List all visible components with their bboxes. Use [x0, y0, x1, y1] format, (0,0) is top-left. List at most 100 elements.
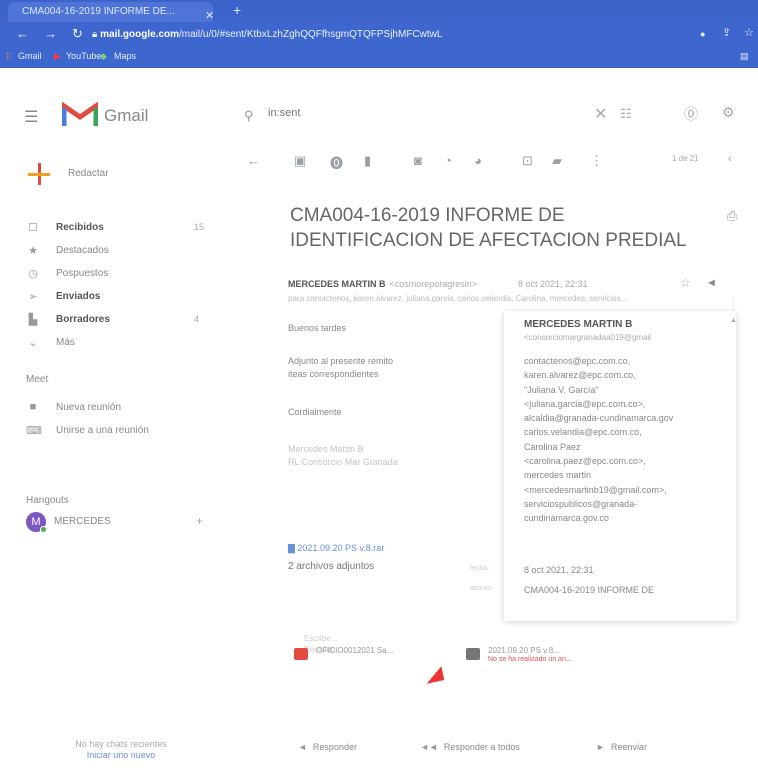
- record-icon[interactable]: ●: [700, 29, 705, 39]
- clear-search-icon[interactable]: ✕: [594, 104, 607, 124]
- move-to-icon[interactable]: ⊡: [522, 153, 533, 169]
- sidebar-item-new-meeting[interactable]: ■ Nueva reunión: [26, 401, 216, 419]
- sidebar-item-more[interactable]: ⌄ Más: [26, 336, 216, 354]
- sender-name: MERCEDES MARTIN B: [288, 279, 386, 289]
- recipient-line: karen.alvarez@epc.com.co,: [524, 370, 636, 381]
- popup-date-label: fecha:: [470, 565, 490, 572]
- no-recent-chats: No hay chats recientes Iniciar uno nuevo: [46, 739, 196, 761]
- reply-icon[interactable]: ◄: [706, 277, 717, 289]
- drive-link-label: 2021.09.20 PS v.8.rar: [297, 543, 385, 553]
- recipient-line: mercedes martin: [524, 470, 592, 481]
- sidebar-item-label: Destacados: [56, 245, 109, 256]
- url-host: mail.google.com: [100, 29, 180, 40]
- add-chat-icon[interactable]: +: [196, 514, 203, 528]
- snooze-icon[interactable]: ◔: [444, 153, 452, 168]
- sidebar-item-join-meeting[interactable]: ⌨ Unirse a una reunión: [26, 424, 216, 442]
- attachment-warning: No se ha realizado un an...: [488, 656, 572, 663]
- annotation-arrow-icon: [423, 666, 445, 684]
- main-menu-icon[interactable]: ☰: [24, 107, 38, 127]
- newer-icon[interactable]: ‹: [728, 153, 732, 165]
- sidebar-item-count: 4: [194, 314, 200, 324]
- recipient-line: cundinamarca.gov.co: [524, 513, 609, 524]
- back-icon[interactable]: ←: [16, 26, 29, 41]
- scroll-up-icon[interactable]: ▲: [730, 317, 737, 324]
- hangouts-section-title: Hangouts: [26, 495, 69, 506]
- attachment-card-1[interactable]: OFICIO0012021 Sa...: [294, 638, 424, 686]
- sidebar-item-starred[interactable]: ★ Destacados: [26, 244, 216, 262]
- label-icon[interactable]: ▰: [552, 153, 562, 169]
- popup-recipients: contactenos@epc.com.co, karen.alvarez@ep…: [524, 354, 734, 526]
- reply-button[interactable]: ◄ Responder: [298, 742, 357, 752]
- search-options-icon[interactable]: ☷: [620, 106, 632, 122]
- pdf-file-icon: [294, 648, 308, 660]
- hangouts-user-name[interactable]: MERCEDES: [54, 516, 111, 527]
- inbox-icon: ☐: [28, 222, 38, 234]
- bookmark-gmail[interactable]: Gmail: [18, 51, 42, 61]
- star-message-icon[interactable]: ☆: [680, 276, 691, 290]
- drive-attachment-link[interactable]: ▇ 2021.09.20 PS v.8.rar: [288, 543, 384, 554]
- delete-icon[interactable]: ▮: [364, 153, 371, 169]
- tab-close-icon[interactable]: ✕: [205, 6, 213, 22]
- print-icon[interactable]: ⎙: [727, 208, 737, 224]
- more-options-icon[interactable]: ⋮: [590, 153, 603, 169]
- plus-icon: [28, 163, 50, 185]
- report-spam-icon[interactable]: ⓿: [330, 153, 343, 172]
- sender-row[interactable]: MERCEDES MARTIN B <cosmoreporagresin>: [288, 279, 477, 289]
- reply-all-icon: ◄◄: [420, 742, 438, 752]
- archive-icon[interactable]: ▣: [294, 153, 306, 169]
- reply-all-button[interactable]: ◄◄ Responder a todos: [420, 742, 520, 752]
- closing-text: Cordialmente: [288, 407, 342, 417]
- sidebar-item-inbox[interactable]: ☐ Recibidos 15: [26, 221, 216, 239]
- signature-line-1: Mercedes Martin B: [288, 444, 364, 454]
- new-tab-icon[interactable]: +: [233, 2, 241, 18]
- search-icon[interactable]: ⚲: [244, 108, 254, 124]
- attachment-name: 2021.09.20 PS v.8...: [488, 646, 560, 655]
- sidebar-item-label: Pospuestos: [56, 268, 109, 279]
- sidebar-item-label: Enviados: [56, 291, 101, 302]
- browser-tab[interactable]: CMA004-16-2019 INFORME DE... ✕: [8, 2, 213, 22]
- reply-icon: ◄: [298, 742, 307, 752]
- mark-unread-icon[interactable]: ◙: [414, 153, 422, 168]
- recipients-line[interactable]: para contactenos, karen.alvarez, juliana…: [288, 294, 738, 303]
- sidebar-item-drafts[interactable]: ▙ Borradores 4: [26, 313, 216, 331]
- meet-section-title: Meet: [26, 374, 49, 385]
- forward-icon[interactable]: →: [44, 26, 57, 41]
- forward-label: Reenviar: [610, 742, 647, 752]
- star-bookmark-icon[interactable]: ☆: [744, 26, 754, 39]
- attachments-title: 2 archivos adjuntos: [288, 561, 375, 572]
- sidebar-item-label: Nueva reunión: [56, 402, 122, 413]
- reload-icon[interactable]: ↻: [72, 26, 83, 42]
- share-icon[interactable]: ⇪: [722, 26, 731, 39]
- forward-button[interactable]: ► Reenviar: [596, 742, 647, 752]
- help-icon[interactable]: ⓪: [684, 104, 698, 124]
- start-new-chat-link[interactable]: Iniciar uno nuevo: [46, 750, 196, 761]
- sidebar-item-count: 15: [194, 222, 205, 232]
- address-bar[interactable]: 🔒︎ mail.google.com/mail/u/0/#sent/KtbxLz…: [92, 26, 664, 44]
- sidebar-item-snoozed[interactable]: ◷ Pospuestos: [26, 267, 216, 285]
- settings-icon[interactable]: ⚙: [722, 104, 735, 121]
- sidebar-item-label: Recibidos: [56, 222, 104, 233]
- url-path: /mail/u/0/#sent/KtbxLzhZghQQFfhsgmQTQFPS…: [179, 29, 443, 40]
- pagination-text: 1 de 21: [672, 154, 699, 163]
- draft-icon: ▙: [28, 314, 38, 326]
- attachment-card-2[interactable]: 2021.09.20 PS v.8... No se ha realizado …: [466, 638, 616, 686]
- maps-icon: ◆: [100, 51, 107, 61]
- video-icon: ■: [29, 401, 37, 413]
- recipient-line: alcaldia@granada-cundinamarca.gov: [524, 413, 674, 424]
- bookmark-maps[interactable]: Maps: [114, 51, 136, 61]
- search-input[interactable]: [268, 107, 568, 119]
- recipient-line: "Juliana V. García": [524, 384, 599, 395]
- bookmarks-bar: ⁞⁞ Gmail ▶ YouTube ◆ Maps ▤: [0, 48, 758, 68]
- compose-button[interactable]: Redactar: [28, 163, 148, 189]
- gmail-logo-icon[interactable]: [62, 100, 98, 128]
- forward-icon: ►: [596, 742, 605, 752]
- bookmark-youtube[interactable]: YouTube: [66, 51, 101, 61]
- add-task-icon[interactable]: ◕: [474, 153, 482, 168]
- email-subject: CMA004-16-2019 INFORME DE IDENTIFICACION…: [290, 205, 687, 251]
- reading-list-icon[interactable]: ▤: [740, 51, 749, 62]
- back-to-list-icon[interactable]: ←: [247, 153, 260, 168]
- recipient-line: Carolina Paez: [524, 441, 581, 452]
- popup-subject-label: asunto:: [470, 585, 493, 592]
- apps-icon[interactable]: ⁞⁞: [6, 51, 11, 61]
- sidebar-item-sent[interactable]: ➢ Enviados: [26, 290, 216, 308]
